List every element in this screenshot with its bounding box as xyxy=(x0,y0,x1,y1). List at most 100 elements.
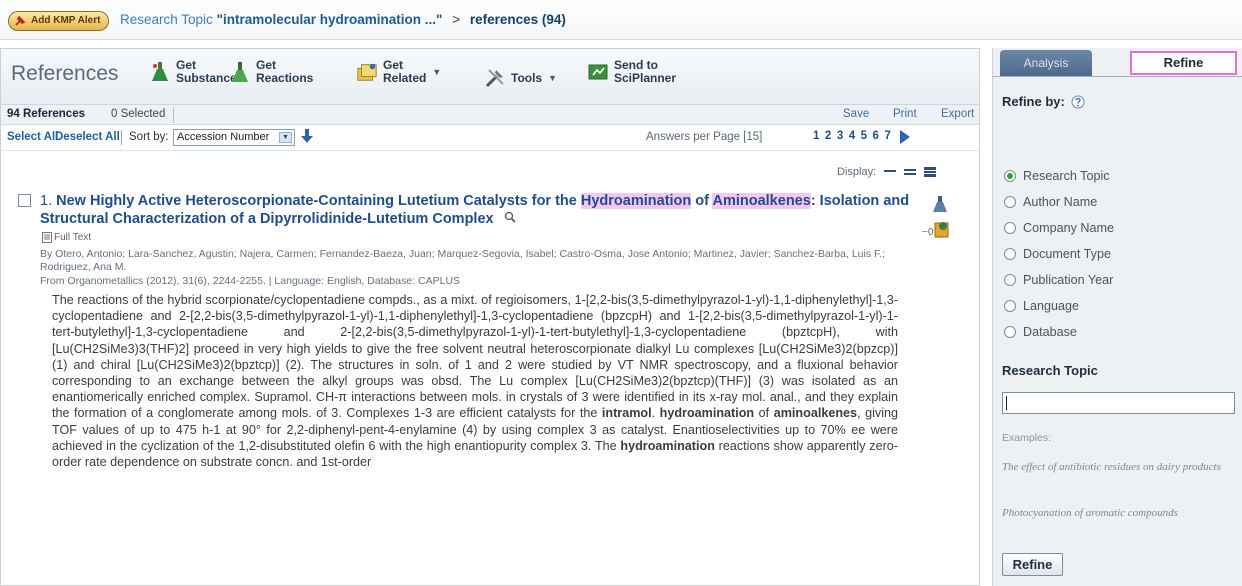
refine-button[interactable]: Refine xyxy=(1002,553,1063,576)
examples-label: Examples: xyxy=(1002,432,1052,444)
full-text-label: Full Text xyxy=(54,232,92,243)
top-breadcrumb-bar: Add KMP Alert Research Topic "intramolec… xyxy=(0,0,1242,40)
page-link[interactable]: 3 xyxy=(837,130,844,142)
deselect-all-link[interactable]: Deselect All xyxy=(55,131,120,143)
page-link[interactable]: 1 xyxy=(813,130,820,142)
abstract-text: of xyxy=(754,406,774,421)
add-kmp-alert-button[interactable]: Add KMP Alert xyxy=(8,11,110,31)
kmp-button-label: Add KMP Alert xyxy=(31,15,101,26)
sort-down-arrow-icon[interactable] xyxy=(301,128,313,144)
refine-option-research-topic[interactable]: Research Topic xyxy=(1004,163,1114,189)
radio-button[interactable] xyxy=(1004,300,1016,312)
flask-icon[interactable] xyxy=(933,196,947,214)
reaction-flask-icon xyxy=(229,59,251,85)
display-list-icon[interactable] xyxy=(924,167,937,177)
get-reactions-button[interactable]: Get Reactions xyxy=(229,59,313,85)
chevron-down-icon: ▼ xyxy=(432,66,442,77)
answers-per-page[interactable]: Answers per Page [15] xyxy=(646,131,762,143)
export-link[interactable]: Export xyxy=(941,108,974,120)
refine-option-publication-year[interactable]: Publication Year xyxy=(1004,267,1114,293)
cited-icon[interactable] xyxy=(934,220,950,238)
tab-analysis[interactable]: Analysis xyxy=(1000,50,1092,76)
research-topic-input[interactable] xyxy=(1002,392,1235,414)
refine-options: Research Topic Author Name Company Name … xyxy=(1004,163,1114,345)
sort-by-select[interactable]: Accession Number ▼ xyxy=(173,129,295,146)
result-title-text: of xyxy=(691,193,713,209)
refine-panel: Analysis Refine Refine by: Research Topi… xyxy=(992,48,1242,586)
page-link[interactable]: 4 xyxy=(849,130,856,142)
abstract-bold-term: hydroamination xyxy=(620,438,715,453)
sort-by-value: Accession Number xyxy=(177,131,270,143)
sciplanner-icon xyxy=(587,59,609,85)
full-text-icon xyxy=(42,232,52,243)
display-list-icon[interactable] xyxy=(904,167,917,177)
select-all-link[interactable]: Select All xyxy=(7,131,58,143)
result-number: 1. xyxy=(40,193,53,209)
divider xyxy=(121,130,122,145)
divider xyxy=(993,76,1242,77)
sort-by-label: Sort by: xyxy=(129,131,169,143)
cited-count: ~0 xyxy=(922,227,934,238)
breadcrumb-separator: > xyxy=(452,12,461,27)
references-toolbar: References Get Substances Get Reactions Ge… xyxy=(1,49,979,105)
abstract-bold-term: aminoalkenes xyxy=(773,406,858,421)
refine-option-database[interactable]: Database xyxy=(1004,319,1114,345)
highlight-term: Hydroamination xyxy=(580,193,692,209)
tools-icon xyxy=(484,65,506,91)
result-title[interactable]: 1. New Highly Active Heteroscorpionate-C… xyxy=(40,192,910,228)
reference-count: 94 References xyxy=(7,108,85,120)
radio-button[interactable] xyxy=(1004,326,1016,338)
refine-option-language[interactable]: Language xyxy=(1004,293,1114,319)
get-reactions-label-2: Reactions xyxy=(256,71,314,85)
get-related-button[interactable]: Get Related ▼ xyxy=(356,59,441,85)
option-label: Language xyxy=(1023,299,1080,313)
result-checkbox[interactable] xyxy=(18,194,31,207)
breadcrumb-research-topic-link[interactable]: Research Topic xyxy=(120,12,213,27)
highlight-term: Aminoalkenes xyxy=(712,193,811,209)
result-authors: By Otero, Antonio; Lara-Sanchez, Agustin… xyxy=(40,248,886,273)
help-icon[interactable] xyxy=(1071,95,1085,109)
result-abstract: The reactions of the hybrid scorpionate/… xyxy=(52,292,898,470)
refine-option-document-type[interactable]: Document Type xyxy=(1004,241,1114,267)
abstract-text: . xyxy=(651,406,660,421)
page-link[interactable]: 5 xyxy=(861,130,868,142)
abstract-bold-term: hydroamination xyxy=(659,406,755,421)
page-link[interactable]: 7 xyxy=(884,130,891,142)
radio-button[interactable] xyxy=(1004,196,1016,208)
display-options: Display: xyxy=(837,166,937,178)
tools-label: Tools xyxy=(511,70,543,85)
print-link[interactable]: Print xyxy=(893,108,917,120)
radio-button[interactable] xyxy=(1004,170,1016,182)
option-label: Author Name xyxy=(1023,195,1098,209)
tab-refine[interactable]: Refine xyxy=(1130,51,1237,75)
display-label: Display: xyxy=(837,166,877,178)
divider xyxy=(173,107,174,123)
radio-button[interactable] xyxy=(1004,222,1016,234)
option-label: Database xyxy=(1023,325,1077,339)
related-stack-icon xyxy=(356,59,378,85)
radio-button[interactable] xyxy=(1004,274,1016,286)
option-label: Company Name xyxy=(1023,221,1114,235)
tools-button[interactable]: Tools ▼ xyxy=(484,65,557,91)
full-text-link[interactable]: Full Text xyxy=(42,232,91,243)
chevron-down-icon: ▼ xyxy=(279,132,292,143)
get-related-label-2: Related xyxy=(383,71,427,85)
refine-option-author-name[interactable]: Author Name xyxy=(1004,189,1114,215)
magnifier-icon[interactable] xyxy=(504,211,516,223)
next-page-icon[interactable] xyxy=(899,129,911,145)
page-link[interactable]: 2 xyxy=(825,130,832,142)
breadcrumb-current: references (94) xyxy=(469,12,566,27)
option-label: Publication Year xyxy=(1023,273,1114,287)
flask-icon xyxy=(149,59,171,85)
refine-option-company-name[interactable]: Company Name xyxy=(1004,215,1114,241)
save-link[interactable]: Save xyxy=(843,108,869,120)
abstract-text: The reactions of the hybrid scorpionate/… xyxy=(52,293,898,421)
radio-button[interactable] xyxy=(1004,248,1016,260)
page-link[interactable]: 6 xyxy=(873,130,880,142)
pin-icon xyxy=(15,15,26,26)
pagination: 1234567 xyxy=(813,130,896,142)
breadcrumb-topic-query[interactable]: "intramolecular hydroamination ..." xyxy=(217,12,443,27)
sort-bar: Select All Deselect All Sort by: Accessi… xyxy=(1,125,979,151)
display-list-icon[interactable] xyxy=(884,167,897,177)
send-to-sciplanner-button[interactable]: Send to SciPlanner xyxy=(587,59,676,85)
